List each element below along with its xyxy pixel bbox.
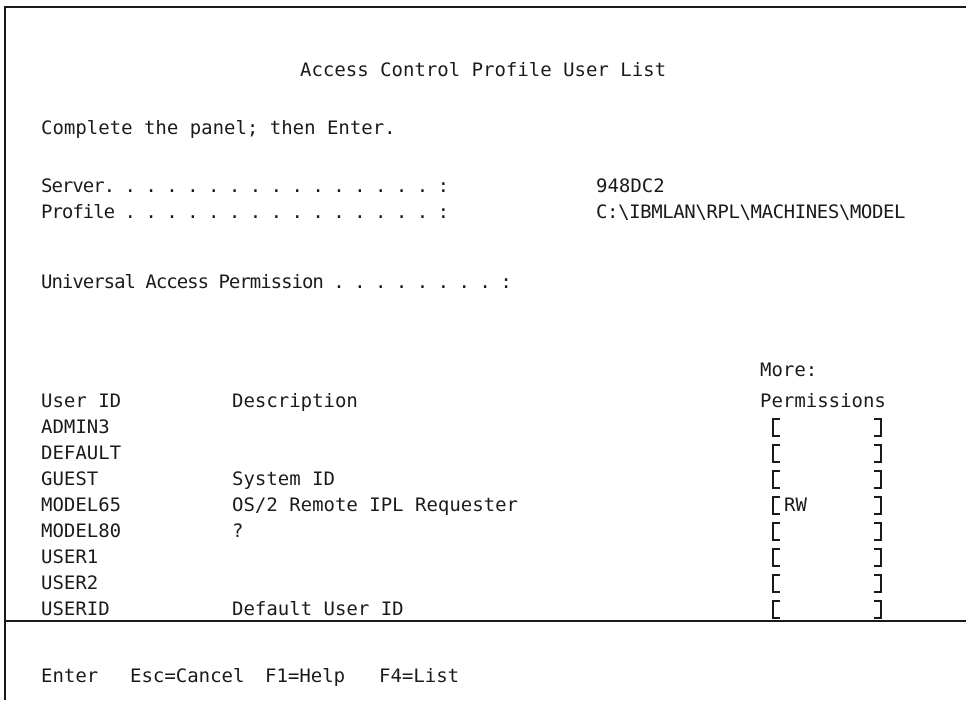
- permission-value: [784, 415, 870, 439]
- header-description: Description: [232, 390, 358, 412]
- permission-field[interactable]: RW: [772, 493, 882, 517]
- row-user-id: USERID: [41, 598, 110, 620]
- row-user-id: MODEL80: [41, 520, 122, 542]
- bracket-close: [874, 470, 882, 489]
- bracket-close: [874, 418, 882, 437]
- universal-access-permission-label: Universal Access Permission . . . . . . …: [41, 271, 512, 293]
- row-description: OS/2 Remote IPL Requester: [232, 494, 518, 516]
- permission-value: [784, 467, 870, 491]
- bracket-open: [772, 470, 780, 489]
- permission-value: [784, 571, 870, 595]
- server-value: 948DC2: [596, 175, 665, 197]
- profile-label: Profile . . . . . . . . . . . . . . . :: [41, 201, 449, 223]
- bracket-open: [772, 548, 780, 567]
- panel-title: Access Control Profile User List: [300, 59, 667, 81]
- permission-value: [784, 597, 870, 621]
- permission-field[interactable]: [772, 519, 882, 543]
- bracket-close: [874, 548, 882, 567]
- permission-value: [784, 441, 870, 465]
- row-user-id: ADMIN3: [41, 416, 110, 438]
- permission-field[interactable]: [772, 571, 882, 595]
- row-description: System ID: [232, 468, 335, 490]
- profile-value: C:\IBMLAN\RPL\MACHINES\MODEL: [596, 201, 906, 223]
- bracket-close: [874, 496, 882, 515]
- permission-field[interactable]: [772, 415, 882, 439]
- bracket-open: [772, 600, 780, 619]
- row-user-id: DEFAULT: [41, 442, 122, 464]
- enter-key[interactable]: Enter: [41, 664, 98, 688]
- permission-value: RW: [784, 494, 807, 516]
- list-key[interactable]: F4=List: [379, 664, 459, 688]
- row-user-id: USER2: [41, 572, 99, 594]
- permission-value: [784, 545, 870, 569]
- bracket-close: [874, 444, 882, 463]
- row-description: ?: [232, 520, 244, 542]
- bracket-close: [874, 574, 882, 593]
- permission-field[interactable]: [772, 597, 882, 621]
- row-user-id: GUEST: [41, 468, 99, 490]
- server-label: Server. . . . . . . . . . . . . . . . :: [41, 175, 449, 197]
- panel-frame: [4, 6, 966, 700]
- permission-value: [784, 519, 870, 543]
- permission-field[interactable]: [772, 467, 882, 491]
- row-user-id: USER1: [41, 546, 99, 568]
- more-indicator: More:: [760, 359, 818, 381]
- row-description: Default User ID: [232, 598, 404, 620]
- bracket-open: [772, 496, 780, 515]
- bracket-open: [772, 522, 780, 541]
- help-key[interactable]: F1=Help: [265, 664, 345, 688]
- permission-field[interactable]: [772, 545, 882, 569]
- header-user-id: User ID: [41, 390, 122, 412]
- panel-instruction: Complete the panel; then Enter.: [41, 117, 396, 139]
- bracket-close: [874, 600, 882, 619]
- cancel-key[interactable]: Esc=Cancel: [130, 664, 244, 688]
- bracket-close: [874, 522, 882, 541]
- bracket-open: [772, 444, 780, 463]
- permission-field[interactable]: [772, 441, 882, 465]
- bracket-open: [772, 418, 780, 437]
- row-user-id: MODEL65: [41, 494, 122, 516]
- bracket-open: [772, 574, 780, 593]
- header-permissions: Permissions: [760, 390, 886, 412]
